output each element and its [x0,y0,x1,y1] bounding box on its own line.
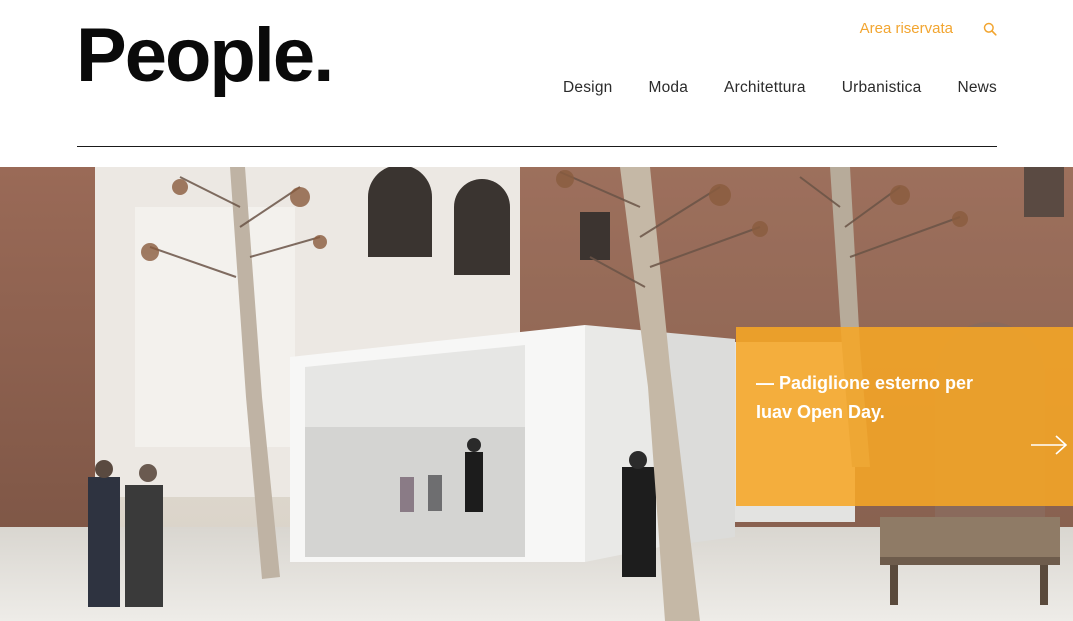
header-divider [77,146,997,147]
nav-item-moda[interactable]: Moda [648,79,688,97]
reserved-area-link[interactable]: Area riservata [860,20,953,37]
site-logo[interactable]: People. [76,18,334,94]
nav-item-urbanistica[interactable]: Urbanistica [842,79,922,97]
hero-slider: — Padiglione esterno per Iuav Open Day. [0,167,1073,621]
main-nav: Design Moda Architettura Urbanistica New… [563,79,997,97]
nav-item-architettura[interactable]: Architettura [724,79,806,97]
nav-item-design[interactable]: Design [563,79,612,97]
top-utility-bar: Area riservata [860,20,997,37]
hero-caption: — Padiglione esterno per Iuav Open Day. [756,373,974,422]
search-icon[interactable] [983,22,997,36]
arrow-right-icon[interactable] [1029,433,1069,457]
nav-item-news[interactable]: News [957,79,997,97]
hero-caption-box[interactable]: — Padiglione esterno per Iuav Open Day. [736,327,1073,506]
page: People. Area riservata Design Moda Archi… [0,0,1073,621]
